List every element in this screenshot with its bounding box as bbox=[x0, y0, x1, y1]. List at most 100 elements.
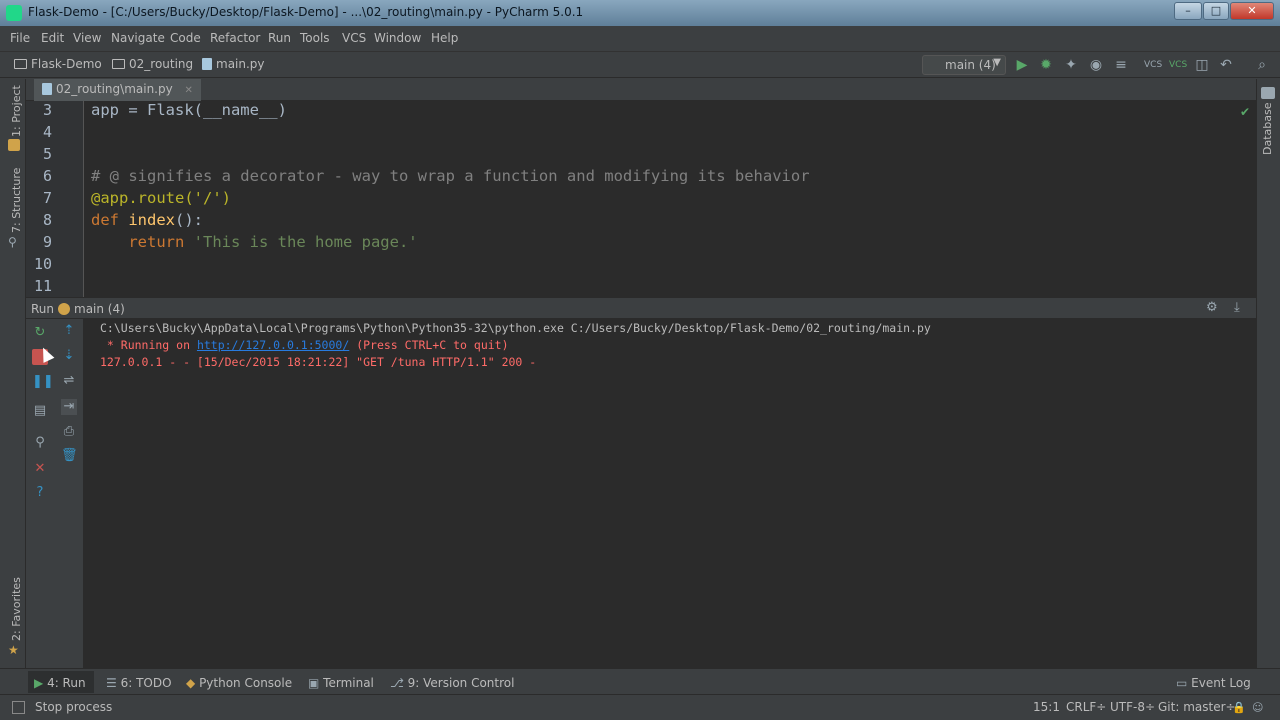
pin-tab-icon[interactable]: ⚲ bbox=[32, 435, 48, 451]
line-number: 6 bbox=[42, 167, 52, 185]
menu-vcs[interactable]: VCS bbox=[342, 31, 366, 45]
close-tab-icon[interactable]: ✕ bbox=[185, 85, 193, 96]
clear-all-icon[interactable]: 🗑 bbox=[61, 448, 78, 464]
console-running-prefix: * Running on bbox=[100, 338, 197, 352]
line-separator[interactable]: CRLF÷ bbox=[1066, 700, 1106, 714]
string-literal: 'This is the home page.' bbox=[193, 233, 418, 251]
close-button[interactable]: ✕ bbox=[1230, 2, 1274, 20]
rerun-icon[interactable]: ↻ bbox=[32, 325, 48, 341]
history-icon[interactable]: ◫ bbox=[1194, 57, 1210, 73]
scroll-down-icon[interactable]: ⇣ bbox=[61, 348, 77, 364]
menu-refactor[interactable]: Refactor bbox=[210, 31, 260, 45]
vcs-commit-icon[interactable]: VCS bbox=[1169, 57, 1187, 73]
minimize-button[interactable]: – bbox=[1174, 2, 1202, 20]
title-bar: Flask-Demo - [C:/Users/Bucky/Desktop/Fla… bbox=[0, 0, 1280, 26]
close-run-icon[interactable]: ✕ bbox=[32, 461, 48, 477]
run-panel-config: main (4) bbox=[74, 302, 125, 316]
terminal-label: Terminal bbox=[323, 676, 374, 690]
revert-icon[interactable]: ↶ bbox=[1218, 57, 1234, 73]
project-tool-tab[interactable]: 1: Project bbox=[10, 85, 23, 137]
code-line-8: def index(): bbox=[91, 211, 203, 229]
concurrency-icon[interactable]: ≡ bbox=[1113, 57, 1129, 73]
version-control-icon: ⎇ bbox=[390, 676, 404, 690]
favorites-tool-tab[interactable]: 2: Favorites bbox=[10, 577, 23, 641]
line-number: 11 bbox=[33, 277, 52, 295]
todo-tool-button[interactable]: ☰ 6: TODO bbox=[106, 676, 172, 690]
database-icon bbox=[1261, 87, 1275, 99]
caret-position[interactable]: 15:1 bbox=[1033, 700, 1060, 714]
run-tool-window: ↻ ❚❚ ▤ ⚲ ✕ ? ⇡ ⇣ ⇌ ⇥ ⎙ 🗑 C:\Users\Bucky\… bbox=[26, 319, 1256, 668]
pause-icon[interactable]: ❚❚ bbox=[32, 374, 54, 390]
settings-gear-icon[interactable]: ⚙ bbox=[1206, 300, 1218, 315]
event-log-label: Event Log bbox=[1191, 676, 1251, 690]
profile-icon[interactable]: ◉ bbox=[1088, 57, 1104, 73]
line-number: 10 bbox=[33, 255, 52, 273]
code-editor[interactable]: 3 4 5 6 7 8 9 10 11 app = Flask(__name__… bbox=[26, 101, 1256, 297]
line-number: 5 bbox=[42, 145, 52, 163]
menu-run[interactable]: Run bbox=[268, 31, 291, 45]
breadcrumb-label: 02_routing bbox=[129, 57, 194, 71]
code-punct: (): bbox=[175, 211, 204, 229]
structure-tool-tab[interactable]: 7: Structure bbox=[10, 168, 23, 233]
event-log-icon: ▭ bbox=[1176, 676, 1188, 690]
lock-icon[interactable]: 🔒 bbox=[1232, 701, 1246, 714]
menu-navigate[interactable]: Navigate bbox=[111, 31, 165, 45]
run-configuration-select[interactable]: main (4) ▼ bbox=[922, 55, 1006, 75]
console-running-line: * Running on http://127.0.0.1:5000/ (Pre… bbox=[100, 338, 509, 352]
terminal-tool-button[interactable]: ▣ Terminal bbox=[308, 676, 374, 690]
toggle-tool-windows-icon[interactable] bbox=[12, 701, 25, 714]
breadcrumb-folder[interactable]: 02_routing bbox=[112, 57, 193, 73]
breadcrumb-file[interactable]: main.py bbox=[202, 57, 265, 73]
debug-icon[interactable]: ✹ bbox=[1038, 57, 1054, 73]
menu-file[interactable]: File bbox=[10, 31, 30, 45]
menu-help[interactable]: Help bbox=[431, 31, 458, 45]
menu-tools[interactable]: Tools bbox=[300, 31, 330, 45]
search-icon[interactable]: ⌕ bbox=[1254, 57, 1270, 73]
chevron-down-icon: ▼ bbox=[993, 57, 1001, 68]
menu-code[interactable]: Code bbox=[170, 31, 201, 45]
file-encoding[interactable]: UTF-8÷ bbox=[1110, 700, 1155, 714]
python-run-icon bbox=[58, 303, 70, 315]
server-url-link[interactable]: http://127.0.0.1:5000/ bbox=[197, 338, 349, 352]
dump-threads-icon[interactable]: ▤ bbox=[32, 403, 48, 419]
vcs-update-icon[interactable]: VCS bbox=[1144, 57, 1162, 73]
scroll-up-icon[interactable]: ⇡ bbox=[61, 323, 77, 339]
console-running-suffix: (Press CTRL+C to quit) bbox=[349, 338, 509, 352]
event-log-tool-button[interactable]: ▭ Event Log bbox=[1176, 676, 1251, 690]
status-message: Stop process bbox=[35, 700, 113, 714]
code-line-7: @app.route('/') bbox=[91, 189, 231, 207]
breadcrumb-project[interactable]: Flask-Demo bbox=[14, 57, 102, 73]
run-tool-button[interactable]: ▶ 4: Run bbox=[28, 671, 94, 693]
menu-window[interactable]: Window bbox=[374, 31, 421, 45]
python-console-label: Python Console bbox=[199, 676, 293, 690]
git-branch[interactable]: Git: master÷ bbox=[1158, 700, 1236, 714]
menu-edit[interactable]: Edit bbox=[41, 31, 64, 45]
star-icon: ★ bbox=[8, 643, 19, 657]
python-console-tool-button[interactable]: ◆ Python Console bbox=[186, 676, 292, 690]
maximize-button[interactable]: □ bbox=[1203, 2, 1229, 20]
code-line-3: app = Flask(__name__) bbox=[91, 101, 287, 119]
editor-tab-main-py[interactable]: 02_routing\main.py ✕ bbox=[34, 79, 201, 101]
hide-panel-icon[interactable]: ⤓ bbox=[1234, 300, 1240, 315]
run-icon[interactable]: ▶ bbox=[1014, 57, 1030, 73]
menu-view[interactable]: View bbox=[73, 31, 101, 45]
run-config-label: main (4) bbox=[945, 58, 996, 72]
left-tool-strip: 1: Project 7: Structure ⚲ 2: Favorites ★ bbox=[0, 79, 26, 668]
soft-wrap-icon[interactable]: ⇌ bbox=[61, 373, 77, 389]
print-icon[interactable]: ⎙ bbox=[61, 424, 77, 440]
scroll-to-end-icon[interactable]: ⇥ bbox=[61, 399, 77, 415]
todo-icon: ☰ bbox=[106, 676, 117, 690]
database-tool-tab[interactable]: Database bbox=[1261, 103, 1274, 156]
inspector-icon[interactable]: ☺ bbox=[1252, 701, 1263, 714]
run-icon: ▶ bbox=[34, 676, 44, 690]
status-bar: Stop process 15:1 CRLF÷ UTF-8÷ Git: mast… bbox=[0, 694, 1280, 720]
python-file-icon bbox=[42, 83, 52, 95]
terminal-icon: ▣ bbox=[308, 676, 320, 690]
coverage-icon[interactable]: ✦ bbox=[1063, 57, 1079, 73]
keyword-return: return bbox=[128, 233, 185, 251]
project-icon bbox=[8, 139, 20, 151]
help-icon[interactable]: ? bbox=[32, 485, 48, 501]
folder-icon bbox=[14, 59, 27, 69]
version-control-tool-button[interactable]: ⎇ 9: Version Control bbox=[390, 676, 514, 690]
decorator-text: @app.route('/') bbox=[91, 189, 231, 207]
